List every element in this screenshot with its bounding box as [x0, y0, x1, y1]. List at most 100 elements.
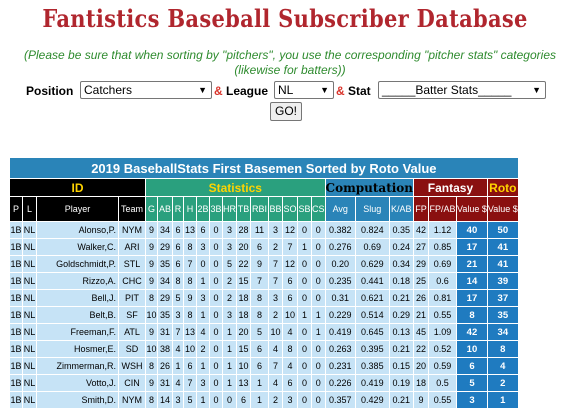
column-header[interactable]: P — [9, 196, 23, 222]
table-cell: 34 — [486, 323, 519, 341]
table-cell: Belt,B. — [36, 306, 119, 324]
column-header[interactable]: K/AB — [388, 196, 415, 222]
table-cell: 10 — [268, 323, 283, 341]
table-cell: 1B — [9, 391, 23, 409]
stat-select-value: _____Batter Stats_____ — [382, 83, 512, 97]
table-cell: 1B — [9, 255, 23, 273]
stat-select[interactable]: _____Batter Stats_____ ▼ — [378, 81, 546, 99]
table-cell: 0 — [311, 391, 326, 409]
table-cell: 0 — [297, 374, 312, 392]
table-cell: 39 — [486, 272, 519, 290]
position-select[interactable]: Catchers ▼ — [80, 81, 212, 99]
table-cell: 13 — [183, 221, 197, 239]
table-cell: Goldschmidt,P. — [36, 255, 119, 273]
table-cell: 2 — [268, 306, 283, 324]
column-header[interactable]: CS — [311, 196, 326, 222]
column-header[interactable]: FP — [413, 196, 430, 222]
table-row: 1B NL Goldschmidt,P. STL 9 35 6 7 0 0 5 22 9 7 12 0 0 0.2… — [9, 255, 519, 273]
column-header[interactable]: G — [145, 196, 158, 222]
column-header[interactable]: R — [172, 196, 184, 222]
league-select[interactable]: NL ▼ — [274, 81, 334, 99]
table-cell: 9 — [145, 272, 158, 290]
table-cell: 1 — [486, 391, 519, 409]
table-cell: 0 — [209, 306, 223, 324]
table-cell: 0.235 — [324, 272, 357, 290]
table-cell: 3 — [282, 391, 298, 409]
column-header[interactable]: H — [183, 196, 197, 222]
go-button[interactable]: GO! — [270, 102, 302, 121]
table-cell: 18 — [236, 306, 251, 324]
table-cell: SF — [118, 306, 146, 324]
column-header[interactable]: Value $ — [486, 196, 519, 222]
table-cell: 0 — [297, 221, 312, 239]
table-cell: 1B — [9, 238, 23, 256]
table-cell: 14 — [157, 391, 173, 409]
table-cell: 28 — [236, 221, 251, 239]
table-cell: 5 — [456, 374, 488, 392]
table-cell: 0 — [209, 391, 223, 409]
table-cell: 1.09 — [428, 323, 458, 341]
table-cell: 0.5 — [428, 374, 458, 392]
column-header[interactable]: Avg — [324, 196, 357, 222]
table-cell: 25 — [413, 272, 430, 290]
table-cell: 8 — [183, 272, 197, 290]
table-cell: 3 — [268, 289, 283, 307]
table-cell: 7 — [268, 255, 283, 273]
table-cell: 0 — [311, 357, 326, 375]
table-cell: 0.29 — [388, 306, 415, 324]
table-cell: 0.69 — [428, 255, 458, 273]
table-cell: 0.55 — [428, 391, 458, 409]
column-header[interactable]: 3B — [209, 196, 223, 222]
column-header[interactable]: HR — [222, 196, 237, 222]
group-id: ID — [9, 178, 146, 197]
column-header[interactable]: RBI — [250, 196, 269, 222]
table-cell: 0.13 — [388, 323, 415, 341]
table-cell: 5 — [222, 255, 237, 273]
table-cell: PIT — [118, 289, 146, 307]
table-cell: Votto,J. — [36, 374, 119, 392]
table-cell: 1 — [196, 306, 210, 324]
column-header[interactable]: AB — [157, 196, 173, 222]
column-header[interactable]: 2B — [196, 196, 210, 222]
column-header[interactable]: L — [22, 196, 37, 222]
table-cell: 9 — [413, 391, 430, 409]
column-header[interactable]: SB — [297, 196, 312, 222]
table-cell: 10 — [145, 306, 158, 324]
table-cell: 6 — [196, 221, 210, 239]
table-cell: NL — [22, 272, 37, 290]
table-cell: 0.263 — [324, 340, 357, 358]
table-cell: 17 — [456, 289, 488, 307]
table-cell: 17 — [456, 238, 488, 256]
column-header[interactable]: SO — [282, 196, 298, 222]
column-header[interactable]: Slug — [355, 196, 390, 222]
table-cell: 9 — [145, 221, 158, 239]
table-cell: 0.20 — [324, 255, 357, 273]
table-row: 1B NL Bell,J. PIT 8 29 5 9 3 0 2 18 8 3 6 0 0 0.31 0.621 0.… — [9, 289, 519, 307]
table-cell: 0 — [209, 323, 223, 341]
table-cell: 10 — [145, 340, 158, 358]
table-cell: 10 — [456, 340, 488, 358]
table-cell: 0.69 — [355, 238, 390, 256]
table-cell: 0 — [297, 272, 312, 290]
column-header[interactable]: Player — [36, 196, 119, 222]
table-cell: 7 — [183, 374, 197, 392]
table-cell: 35 — [486, 306, 519, 324]
table-cell: 29 — [157, 238, 173, 256]
table-cell: 3 — [268, 221, 283, 239]
column-header[interactable]: Value $ — [456, 196, 488, 222]
column-header[interactable]: BB — [268, 196, 283, 222]
table-cell: 0.15 — [388, 357, 415, 375]
table-cell: 6 — [282, 272, 298, 290]
table-row: 1B NL Votto,J. CIN 9 31 4 7 3 0 1 13 1 4 6 0 0 0.226 0.419… — [9, 374, 519, 392]
column-header[interactable]: FP/AB — [428, 196, 458, 222]
table-cell: 1 — [196, 357, 210, 375]
table-cell: 3 — [196, 374, 210, 392]
table-cell: 0.19 — [388, 374, 415, 392]
table-cell: 5 — [172, 289, 184, 307]
column-header[interactable]: TB — [236, 196, 251, 222]
table-cell: 6 — [172, 238, 184, 256]
table-cell: 0.35 — [388, 221, 415, 239]
column-header[interactable]: Team — [118, 196, 146, 222]
table-cell: 15 — [236, 272, 251, 290]
table-cell: 0.21 — [388, 391, 415, 409]
